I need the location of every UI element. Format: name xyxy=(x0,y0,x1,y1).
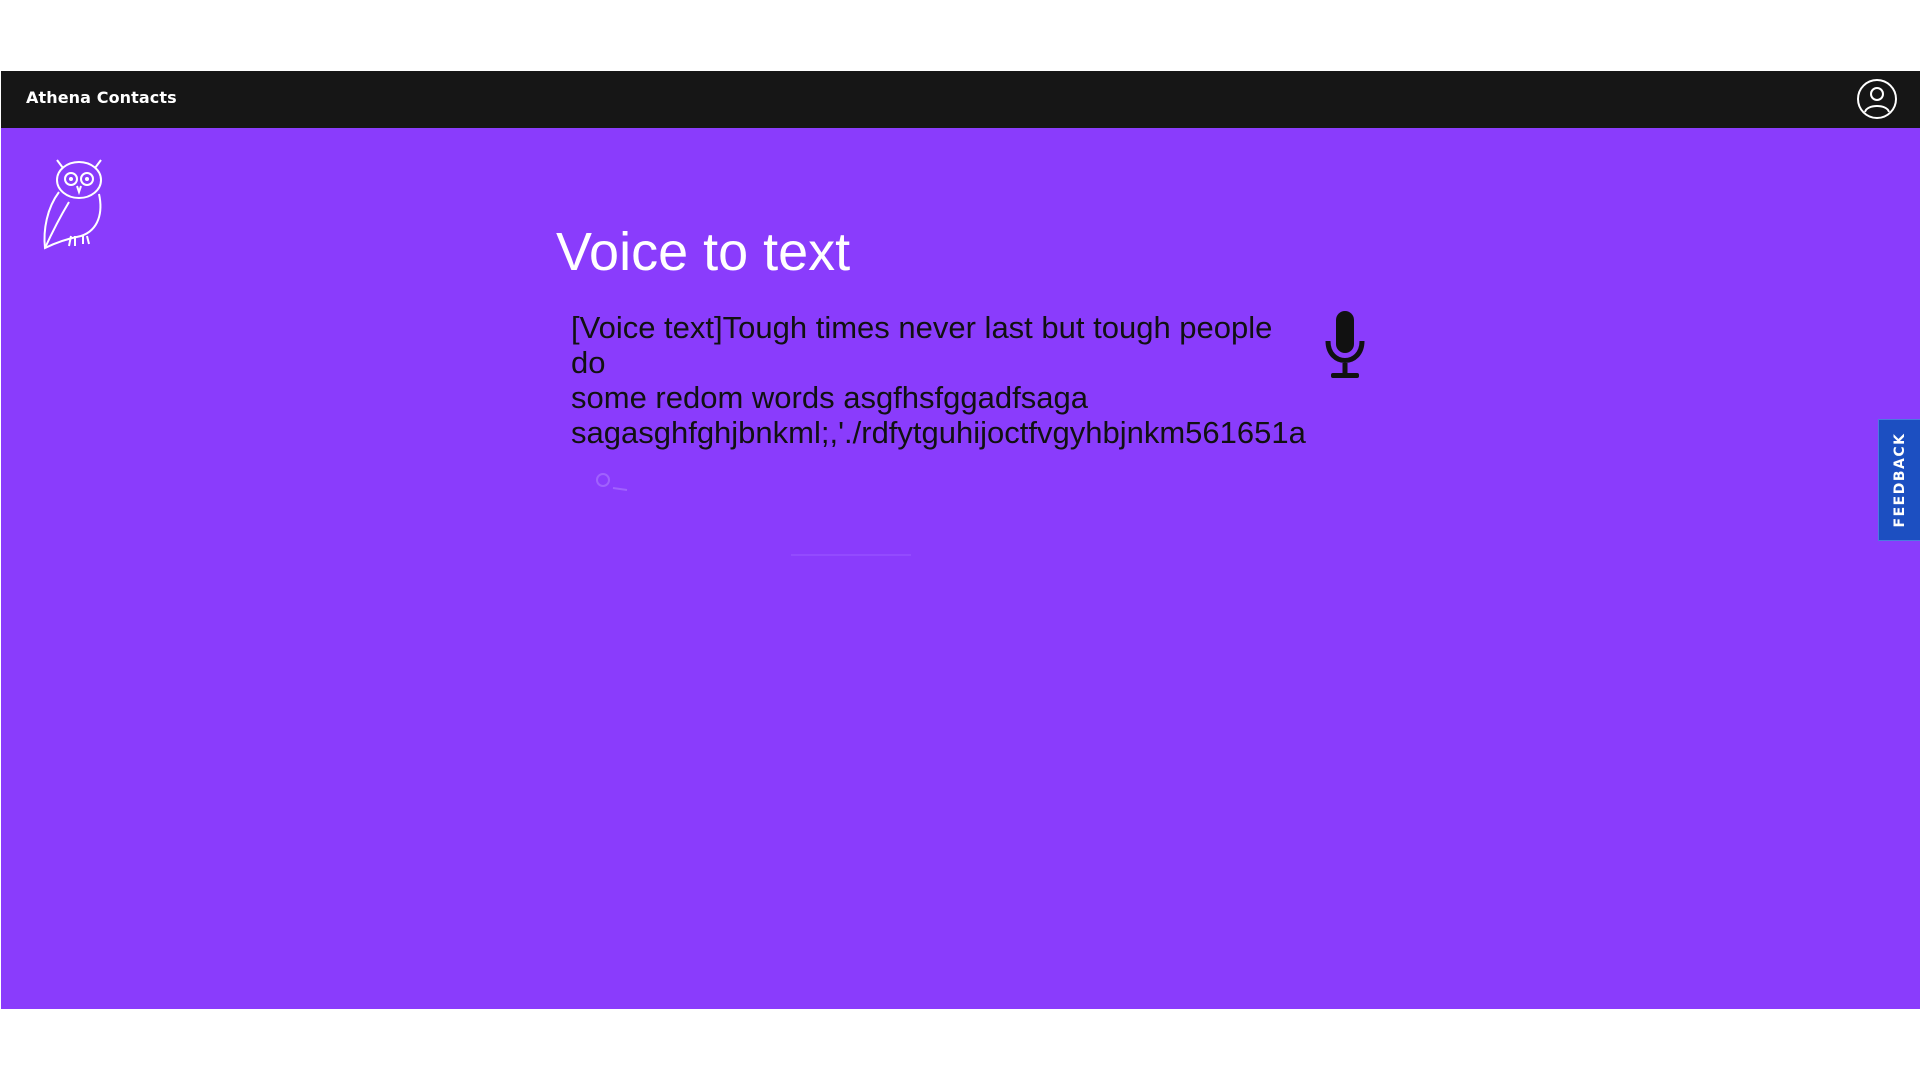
transcript-line: do xyxy=(571,345,606,380)
app-frame: Athena Contacts Voice to text [Voice tex… xyxy=(1,71,1920,1009)
user-profile-button[interactable] xyxy=(1856,78,1898,120)
user-circle-icon xyxy=(1857,79,1897,119)
divider xyxy=(791,554,911,556)
transcript-line: sagasghfghjbnkml;,'./rdfytguhijoctfvgyhb… xyxy=(571,415,1306,450)
feedback-label: FEEDBACK xyxy=(1891,432,1908,528)
feedback-tab[interactable]: FEEDBACK xyxy=(1878,419,1920,541)
top-navigation-bar: Athena Contacts xyxy=(1,71,1920,128)
page-title: Voice to text xyxy=(556,222,851,282)
transcript-line: some redom words asgfhsfggadfsaga xyxy=(571,380,1088,415)
transcript-line: [Voice text]Tough times never last but t… xyxy=(571,310,1273,345)
voice-transcript: [Voice text]Tough times never last but t… xyxy=(571,310,1341,450)
microphone-button[interactable] xyxy=(1323,309,1367,381)
microphone-icon xyxy=(1325,311,1365,378)
owl-logo-icon xyxy=(43,159,102,250)
app-title[interactable]: Athena Contacts xyxy=(26,88,177,107)
loading-indicator-icon xyxy=(596,473,628,491)
